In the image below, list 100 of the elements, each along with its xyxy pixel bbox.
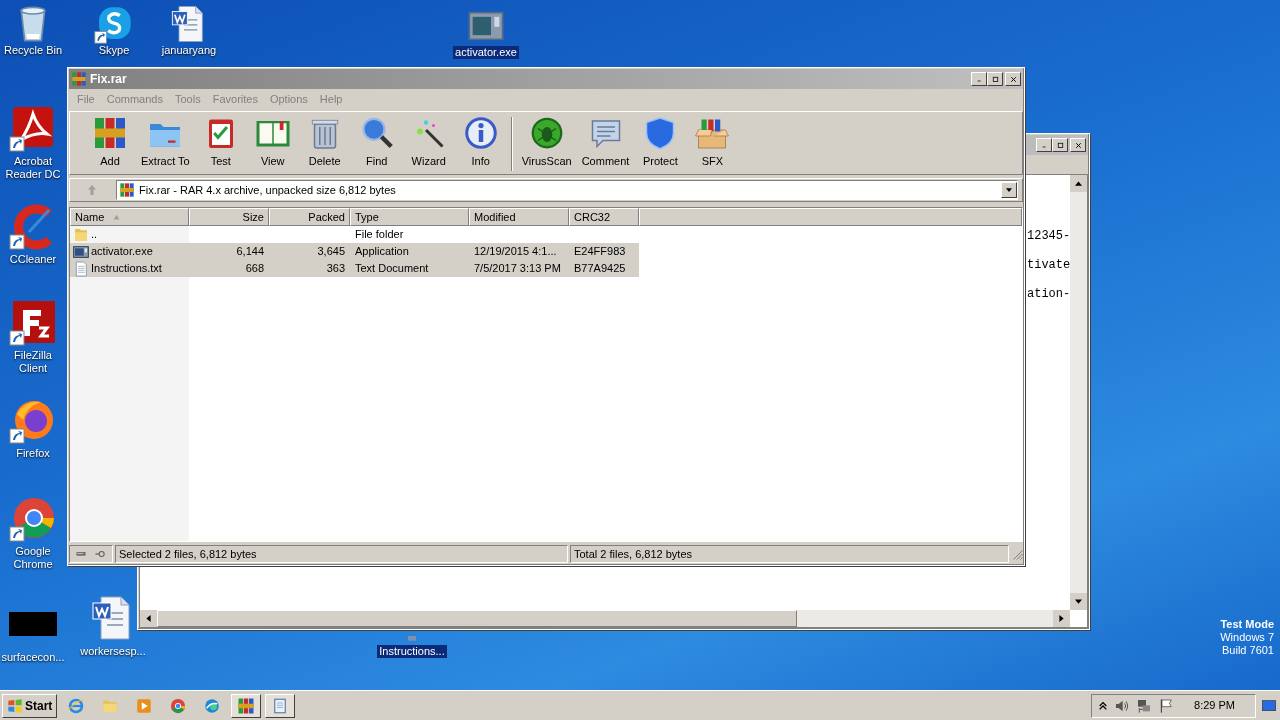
table-cell-text: 668 xyxy=(245,261,264,277)
skype-icon[interactable] xyxy=(94,4,134,44)
info-icon xyxy=(462,115,499,151)
icon-label[interactable]: CCleaner xyxy=(9,253,57,266)
text-line: tivate xyxy=(1027,257,1070,274)
watermark-text: Test Mode xyxy=(1220,618,1274,631)
watermark-text: Build 7601 xyxy=(1222,644,1274,657)
archive-icon xyxy=(119,182,135,198)
media-player-icon xyxy=(135,696,154,715)
icon-label[interactable]: Skype xyxy=(96,44,132,57)
archive-icon xyxy=(237,696,256,715)
column-header[interactable]: CRC32 xyxy=(569,208,639,226)
status-text: Total 2 files, 6,812 bytes xyxy=(574,546,692,562)
toolbar-button[interactable]: Add xyxy=(84,115,136,170)
icon-label[interactable]: Recycle Bin xyxy=(3,44,63,57)
table-cell-text: Text Document xyxy=(355,261,429,277)
text-line: ation- xyxy=(1027,286,1070,303)
column-header[interactable]: Size xyxy=(189,208,269,226)
chevron-up-icon[interactable] xyxy=(1098,700,1109,711)
taskbar-button[interactable] xyxy=(231,693,262,718)
file-name: activator.exe xyxy=(91,244,153,260)
icon-label[interactable]: Firefox xyxy=(16,447,50,460)
resize-grip-icon xyxy=(1011,548,1023,560)
toolbar-button[interactable]: Wizard xyxy=(402,115,455,170)
maximize-icon xyxy=(990,74,1000,84)
table-cell-text: Application xyxy=(355,244,409,260)
archive-books-icon xyxy=(92,115,128,151)
table-cell-text: 12/19/2015 4:1... xyxy=(474,244,557,260)
toolbar-button[interactable]: Comment xyxy=(576,115,635,170)
table-cell-text: 6,144 xyxy=(236,244,264,260)
table-cell-text: 363 xyxy=(326,261,345,277)
browser-icon xyxy=(67,696,86,715)
minimize-button[interactable] xyxy=(1036,138,1052,152)
file-row[interactable]: activator.exe 6,144 3,645 Application 12/19/2015 4:1... E24FF983 xyxy=(70,243,1022,260)
maximize-button[interactable] xyxy=(1052,138,1068,152)
show-desktop-icon[interactable] xyxy=(1260,697,1278,714)
folder-icon xyxy=(73,226,89,243)
column-header[interactable]: Packed xyxy=(269,208,350,226)
column-header[interactable]: Name xyxy=(70,208,189,226)
horizontal-scrollbar[interactable] xyxy=(140,610,1070,627)
toolbar-button[interactable]: VirusScan xyxy=(516,115,577,170)
file-row[interactable]: Instructions.txt 668 363 Text Document 7/5/2017 3:13 PM B77A9425 xyxy=(70,260,1022,277)
close-button[interactable] xyxy=(1070,138,1086,152)
column-header[interactable]: Type xyxy=(350,208,469,226)
table-cell-text: B77A9425 xyxy=(574,261,626,277)
browser-icon xyxy=(169,696,188,715)
vertical-scrollbar[interactable] xyxy=(1070,175,1087,610)
caret-icon xyxy=(1005,186,1013,194)
file-row[interactable]: .. File folder xyxy=(70,226,1022,243)
table-cell-text: 7/5/2017 3:13 PM xyxy=(474,261,561,277)
maximize-icon xyxy=(1055,140,1065,150)
minimize-button[interactable] xyxy=(971,72,987,86)
toolbar-button[interactable]: Find xyxy=(350,115,403,170)
scroll-thumb[interactable] xyxy=(157,610,797,627)
close-button[interactable] xyxy=(1005,72,1021,86)
watermark-text: Windows 7 xyxy=(1220,631,1274,644)
start-button[interactable]: Start xyxy=(2,693,58,718)
icon-label[interactable]: activator.exe xyxy=(453,46,519,59)
icon-label[interactable]: Instructions... xyxy=(377,645,447,658)
icon-label[interactable]: FileZilla Client xyxy=(1,349,65,375)
toolbar-button[interactable]: View xyxy=(246,115,299,170)
program-window-icon xyxy=(73,243,89,260)
status-text: Selected 2 files, 6,812 bytes xyxy=(119,546,257,562)
network-icon[interactable] xyxy=(1136,697,1153,714)
toolbar-button[interactable]: Info xyxy=(454,115,507,170)
table-cell-text: E24FF983 xyxy=(574,244,626,260)
maximize-button[interactable] xyxy=(987,72,1003,86)
toolbar-button[interactable]: Test xyxy=(194,115,247,170)
column-header[interactable]: Modified xyxy=(469,208,569,226)
close-icon xyxy=(1008,74,1018,84)
clock[interactable]: 8:29 PM xyxy=(1194,697,1235,714)
flag-icon[interactable] xyxy=(1158,697,1175,714)
toolbar-button[interactable]: Extract To xyxy=(136,115,195,170)
path-field[interactable]: Fix.rar - RAR 4.x archive, unpacked size 6,812 bytes xyxy=(116,180,1018,200)
windows-flag-icon xyxy=(7,697,23,714)
close-icon xyxy=(1073,140,1083,150)
drive-icon xyxy=(73,549,89,559)
scroll-down-icon xyxy=(1070,593,1087,610)
path-text: Fix.rar - RAR 4.x archive, unpacked size 6,812 bytes xyxy=(139,182,396,198)
browser-icon xyxy=(203,696,222,715)
text-line: 12345- xyxy=(1027,228,1070,245)
toolbar-button[interactable]: Protect xyxy=(634,115,687,170)
file-name: Instructions.txt xyxy=(91,261,162,277)
icon-label[interactable]: Google Chrome xyxy=(1,545,65,571)
file-transfer-icon[interactable] xyxy=(9,298,57,346)
archive-icon xyxy=(71,71,87,87)
icon-label[interactable]: surfacecon... xyxy=(1,651,65,664)
icon-label[interactable]: januaryang xyxy=(159,44,219,57)
scroll-left-icon xyxy=(140,610,157,627)
scroll-up-icon xyxy=(1070,175,1087,192)
icon-label[interactable]: workersesp... xyxy=(78,645,148,658)
toolbar-button[interactable]: Delete xyxy=(298,115,351,170)
dropdown-button[interactable] xyxy=(1001,182,1017,198)
window-title: Fix.rar xyxy=(90,71,127,88)
table-cell-text: File folder xyxy=(355,227,404,243)
up-arrow-icon xyxy=(86,183,98,197)
icon-label[interactable]: Acrobat Reader DC xyxy=(1,155,65,181)
taskbar-button[interactable] xyxy=(265,693,296,718)
scroll-right-icon xyxy=(1053,610,1070,627)
toolbar-button[interactable]: SFX xyxy=(686,115,739,170)
